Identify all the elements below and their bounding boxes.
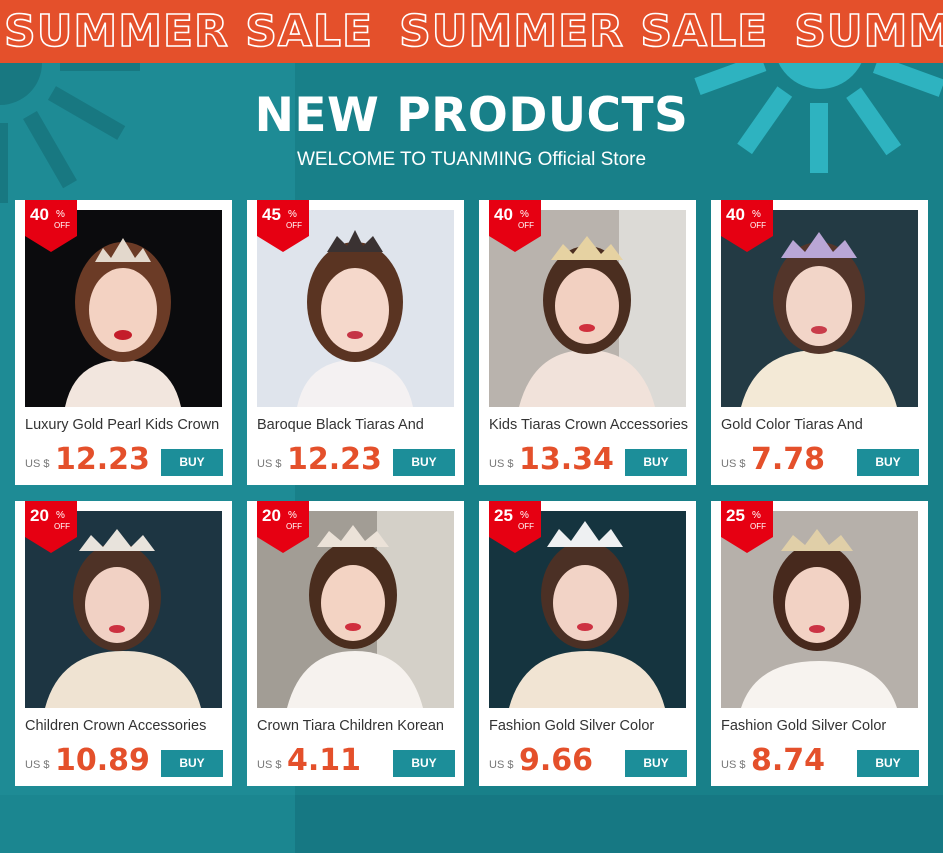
discount-off: OFF [750,522,766,531]
product-card[interactable]: 20 % OFF Children Crown Accessories US $… [15,501,232,786]
discount-badge: 25 % OFF [489,501,541,553]
discount-percent: % [288,209,297,220]
product-card[interactable]: 25 % OFF Fashion Gold Silver Color US $ … [479,501,696,786]
product-name[interactable]: Baroque Black Tiaras And [257,417,457,433]
banner-text: SUMMER SALE [3,5,374,58]
banner-text: SUMMER SALE [398,5,769,58]
product-name[interactable]: Crown Tiara Children Korean [257,718,457,734]
product-price: 12.23 [287,442,382,477]
currency-label: US $ [257,759,282,771]
product-card[interactable]: 40 % OFF Luxury Gold Pearl Kids Crown US… [15,200,232,485]
buy-button[interactable]: BUY [393,750,455,777]
discount-badge: 25 % OFF [721,501,773,553]
product-name[interactable]: Fashion Gold Silver Color [721,718,921,734]
product-name[interactable]: Luxury Gold Pearl Kids Crown [25,417,225,433]
buy-button[interactable]: BUY [857,449,919,476]
product-card[interactable]: 40 % OFF Kids Tiaras Crown Accessories U… [479,200,696,485]
discount-value: 25 [494,506,513,525]
currency-label: US $ [489,458,514,470]
discount-badge: 45 % OFF [257,200,309,252]
buy-button[interactable]: BUY [161,750,223,777]
buy-button[interactable]: BUY [625,750,687,777]
discount-value: 45 [262,205,281,224]
discount-off: OFF [286,221,302,230]
discount-badge: 40 % OFF [721,200,773,252]
discount-percent: % [752,209,761,220]
product-card[interactable]: 45 % OFF Baroque Black Tiaras And US $ 1… [247,200,464,485]
page-subtitle: WELCOME TO TUANMING Official Store [296,149,647,170]
discount-value: 40 [494,205,513,224]
discount-badge: 40 % OFF [25,200,77,252]
discount-percent: % [520,209,529,220]
buy-button[interactable]: BUY [857,750,919,777]
discount-percent: % [520,510,529,521]
discount-off: OFF [750,221,766,230]
currency-label: US $ [721,458,746,470]
discount-badge: 40 % OFF [489,200,541,252]
product-name[interactable]: Children Crown Accessories [25,718,225,734]
discount-percent: % [288,510,297,521]
product-grid: 40 % OFF Luxury Gold Pearl Kids Crown US… [15,200,929,786]
discount-percent: % [56,510,65,521]
product-price: 8.74 [751,743,826,778]
discount-off: OFF [518,522,534,531]
discount-value: 40 [30,205,49,224]
discount-off: OFF [286,522,302,531]
discount-percent: % [752,510,761,521]
product-card[interactable]: 20 % OFF Crown Tiara Children Korean US … [247,501,464,786]
currency-label: US $ [25,458,50,470]
product-price: 10.89 [55,743,150,778]
product-name[interactable]: Kids Tiaras Crown Accessories [489,417,689,433]
currency-label: US $ [25,759,50,771]
buy-button[interactable]: BUY [625,449,687,476]
discount-off: OFF [54,221,70,230]
discount-percent: % [56,209,65,220]
product-price: 9.66 [519,743,594,778]
discount-badge: 20 % OFF [257,501,309,553]
currency-label: US $ [257,458,282,470]
product-card[interactable]: 40 % OFF Gold Color Tiaras And US $ 7.78… [711,200,928,485]
banner-text: SUMME [793,5,943,58]
product-name[interactable]: Fashion Gold Silver Color [489,718,689,734]
buy-button[interactable]: BUY [161,449,223,476]
discount-badge: 20 % OFF [25,501,77,553]
discount-value: 20 [262,506,281,525]
summer-sale-banner: SUMMER SALE SUMMER SALE SUMME [0,0,943,63]
product-name[interactable]: Gold Color Tiaras And [721,417,921,433]
page-title: NEW PRODUCTS [254,88,689,143]
product-price: 12.23 [55,442,150,477]
discount-off: OFF [518,221,534,230]
discount-value: 25 [726,506,745,525]
product-price: 13.34 [519,442,614,477]
background-panel [0,795,295,853]
discount-off: OFF [54,522,70,531]
discount-value: 20 [30,506,49,525]
product-price: 7.78 [751,442,826,477]
product-price: 4.11 [287,743,362,778]
currency-label: US $ [489,759,514,771]
product-card[interactable]: 25 % OFF Fashion Gold Silver Color US $ … [711,501,928,786]
currency-label: US $ [721,759,746,771]
discount-value: 40 [726,205,745,224]
buy-button[interactable]: BUY [393,449,455,476]
